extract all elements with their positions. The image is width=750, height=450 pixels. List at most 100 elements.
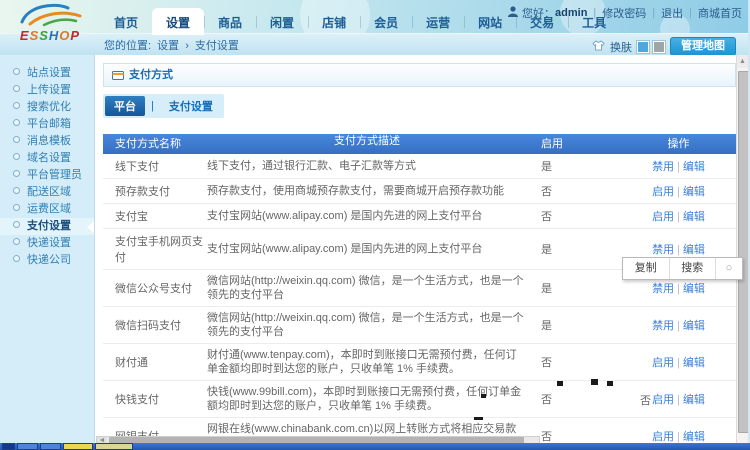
selection-context-menu: 复制 搜索 ○: [622, 257, 743, 280]
copy-menu-item[interactable]: 复制: [623, 258, 670, 279]
bullet-icon: [13, 153, 20, 160]
breadcrumb-separator: ›: [185, 40, 189, 52]
row-actions: 启用 | 编辑: [621, 350, 736, 374]
toggle-enable-link[interactable]: 禁用: [652, 161, 674, 173]
nav-tab[interactable]: 设置: [152, 8, 205, 35]
payment-desc: 快钱(www.99bill.com)，本即时到账接口无需预付费，任何订单金额均即…: [207, 386, 522, 412]
taskbar-window-button[interactable]: [40, 443, 61, 450]
toggle-enable-link[interactable]: 禁用: [652, 283, 674, 295]
bullet-icon: [13, 85, 20, 92]
action-separator: |: [677, 161, 680, 173]
sidebar-item[interactable]: 上传设置: [0, 82, 94, 99]
taskbar-start-button[interactable]: [2, 443, 15, 450]
shirt-icon: [592, 39, 605, 54]
payment-desc: 预存款支付，使用商城预存款支付，需要商城开启预存款功能: [207, 185, 504, 197]
action-separator: |: [677, 320, 680, 332]
sidebar-item[interactable]: 域名设置: [0, 150, 94, 167]
redaction-mark: [474, 417, 483, 420]
logo-text: ESSHOP: [6, 29, 94, 42]
table-row: 预存款支付 预存款支付，使用商城预存款支付，需要商城开启预存款功能 否 启用 | 编辑: [103, 179, 736, 204]
nav-tab[interactable]: 商品: [204, 8, 256, 35]
redaction-mark: [591, 379, 598, 385]
user-link[interactable]: 退出: [661, 5, 683, 21]
sidebar-item[interactable]: 运费区域: [0, 201, 94, 218]
bullet-icon: [13, 221, 20, 228]
taskbar-window-button[interactable]: [17, 443, 38, 450]
taskbar-window-button[interactable]: [63, 443, 93, 450]
toggle-enable-link[interactable]: 禁用: [652, 320, 674, 332]
edit-link[interactable]: 编辑: [683, 320, 705, 332]
breadcrumb-page: 支付设置: [194, 40, 239, 52]
nav-tab[interactable]: 运营: [412, 8, 464, 35]
user-link[interactable]: 修改密码: [602, 5, 646, 21]
separator: |: [652, 7, 656, 19]
nav-tab[interactable]: 首页: [100, 8, 152, 35]
edit-link[interactable]: 编辑: [683, 283, 705, 295]
menu-gear-icon[interactable]: ○: [716, 258, 742, 279]
panel-header: 支付方式: [103, 63, 736, 87]
edit-link[interactable]: 编辑: [683, 431, 705, 443]
sidebar-item[interactable]: 搜索优化: [0, 99, 94, 116]
tab-active[interactable]: 平台: [105, 96, 145, 116]
sidebar-item[interactable]: 平台管理员: [0, 167, 94, 184]
edit-link[interactable]: 编辑: [683, 394, 705, 406]
skin-swatch[interactable]: [637, 40, 649, 53]
bullet-icon: [13, 255, 20, 262]
taskbar-active-window-button[interactable]: [95, 443, 133, 450]
sidebar-item[interactable]: 消息模板: [0, 133, 94, 150]
redaction-mark: [481, 394, 486, 398]
user-link[interactable]: 商城首页: [698, 5, 742, 21]
toggle-enable-link[interactable]: 启用: [652, 211, 674, 223]
payment-method-icon: [112, 70, 124, 80]
edit-link[interactable]: 编辑: [683, 357, 705, 369]
skin-toolbar: 换肤 管理地图: [592, 37, 736, 56]
search-menu-item[interactable]: 搜索: [670, 258, 716, 279]
nav-tab[interactable]: 店铺: [308, 8, 360, 35]
sidebar-item-label: 快递公司: [27, 254, 71, 266]
action-separator: |: [677, 186, 680, 198]
payment-desc: 线下支付，通过银行汇款、电子汇款等方式: [207, 160, 416, 172]
manage-map-button[interactable]: 管理地图: [670, 37, 736, 56]
user-bar: 您好： admin | 修改密码 | 退出 | 商城首页: [508, 5, 742, 21]
nav-tab[interactable]: 会员: [360, 8, 412, 35]
toggle-enable-link[interactable]: 启用: [652, 431, 674, 443]
sidebar-item[interactable]: 配送区域: [0, 184, 94, 201]
sidebar-item[interactable]: 平台邮箱: [0, 116, 94, 133]
toggle-enable-link[interactable]: 启用: [652, 394, 674, 406]
payment-name: 微信公众号支付: [115, 283, 192, 295]
enabled-value: 是: [541, 320, 552, 332]
user-icon: [508, 6, 519, 20]
payment-name: 支付宝手机网页支付: [115, 236, 203, 264]
payment-name: 微信扫码支付: [115, 320, 181, 332]
sidebar-item-label: 站点设置: [27, 67, 71, 79]
vertical-scrollbar[interactable]: ▲: [736, 55, 749, 444]
tab-inactive[interactable]: 支付设置: [160, 96, 222, 116]
action-separator: |: [677, 283, 680, 295]
edit-link[interactable]: 编辑: [683, 211, 705, 223]
scroll-up-arrow[interactable]: ▲: [737, 55, 748, 68]
sidebar-item[interactable]: 站点设置: [0, 65, 94, 82]
esshop-logo[interactable]: ESSHOP: [6, 2, 94, 52]
edit-link[interactable]: 编辑: [683, 161, 705, 173]
toggle-enable-link[interactable]: 禁用: [652, 244, 674, 256]
sidebar-item[interactable]: 快递设置: [0, 235, 94, 252]
nav-tab[interactable]: 闲置: [256, 8, 308, 35]
enabled-value: 否: [541, 431, 552, 443]
bullet-icon: [13, 170, 20, 177]
enabled-value: 否: [541, 394, 552, 406]
sidebar-item[interactable]: 快递公司: [0, 252, 94, 269]
table-row: 线下支付 线下支付，通过银行汇款、电子汇款等方式 是 禁用 | 编辑: [103, 154, 736, 179]
user-links: | 修改密码 | 退出 | 商城首页: [587, 5, 742, 21]
breadcrumb-section[interactable]: 设置: [157, 40, 179, 52]
skin-swatch[interactable]: [653, 40, 665, 53]
toggle-enable-link[interactable]: 启用: [652, 186, 674, 198]
enabled-value: 是: [541, 161, 552, 173]
bullet-icon: [13, 119, 20, 126]
platform-tabs: 平台 | 支付设置: [103, 94, 224, 118]
edit-link[interactable]: 编辑: [683, 186, 705, 198]
sidebar-item[interactable]: 支付设置: [0, 218, 94, 235]
edit-link[interactable]: 编辑: [683, 244, 705, 256]
row-actions: 启用 | 编辑: [621, 424, 736, 444]
toggle-enable-link[interactable]: 启用: [652, 357, 674, 369]
row-actions: 禁用 | 编辑: [621, 154, 736, 178]
